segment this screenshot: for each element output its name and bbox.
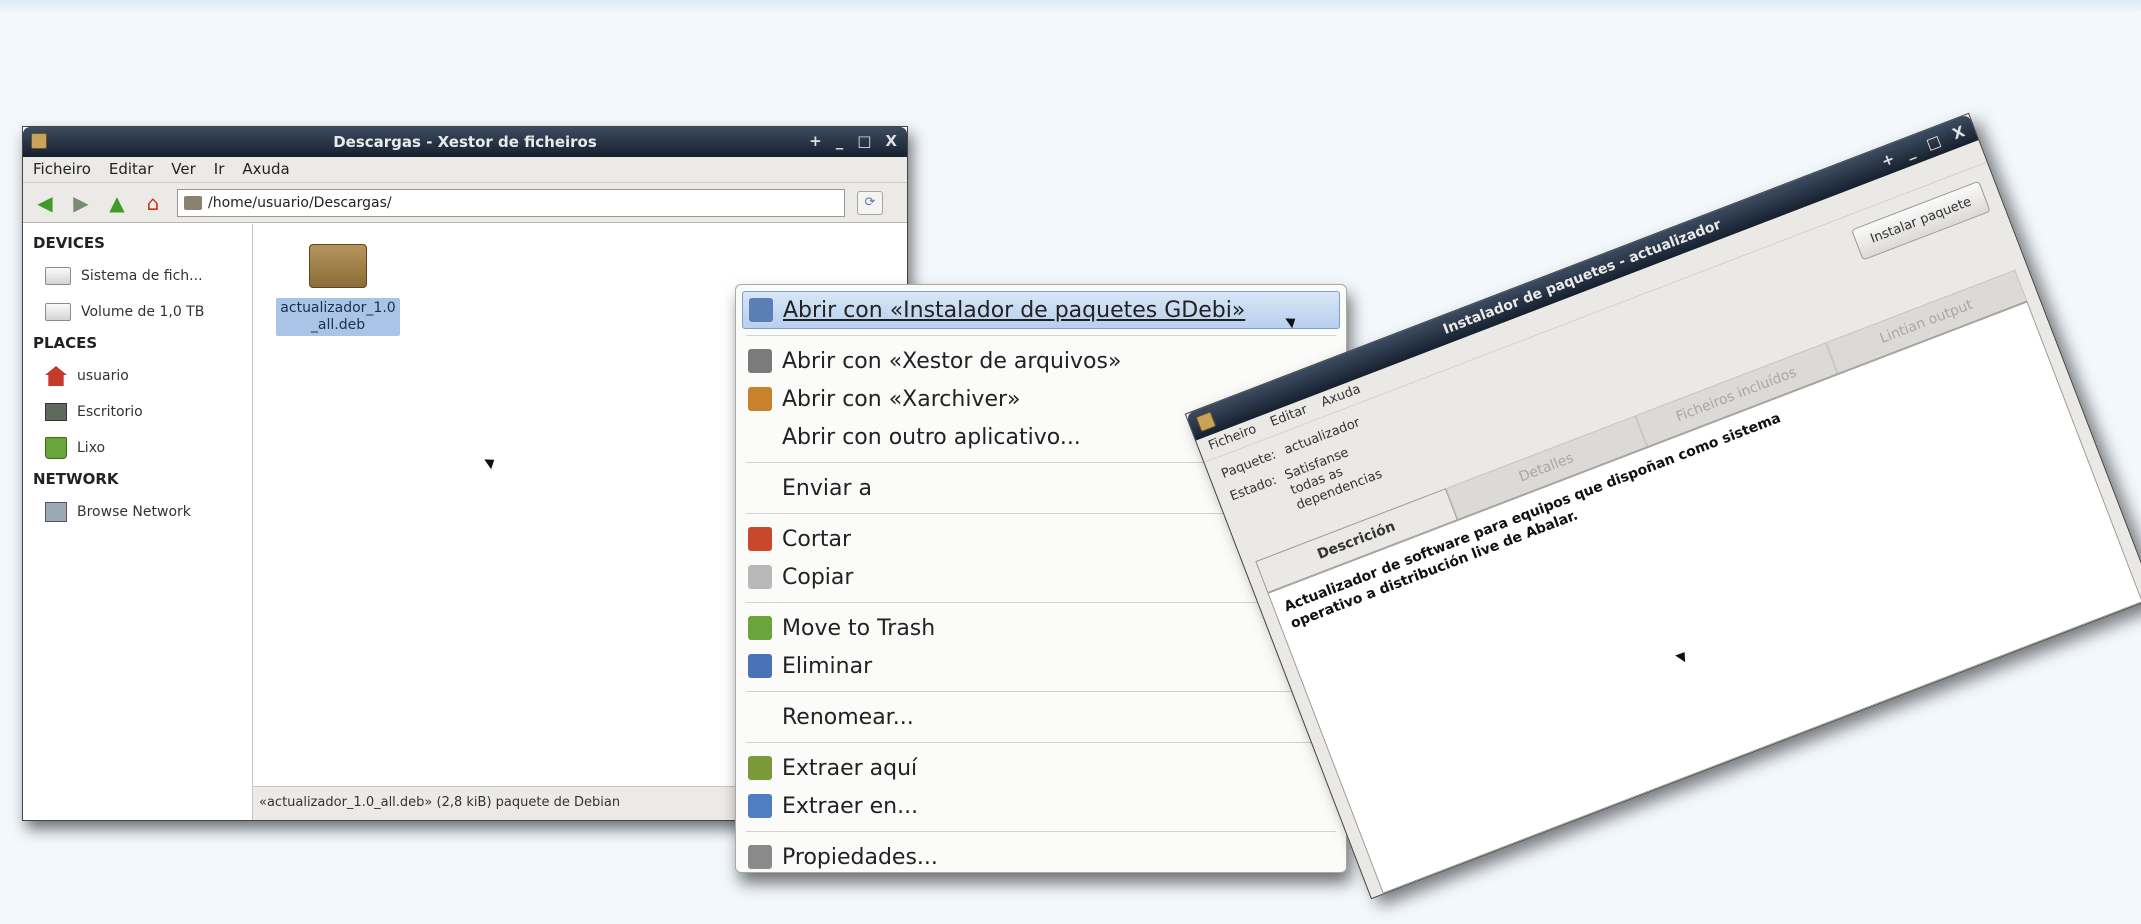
menu-item-delete[interactable]: Eliminar [742, 647, 1340, 685]
mouse-cursor [484, 454, 498, 470]
network-icon [45, 502, 67, 522]
separator [746, 831, 1336, 832]
refresh-icon[interactable]: ⟳ [857, 190, 883, 215]
menubar: Ficheiro Editar Ver Ir Axuda [23, 157, 907, 183]
sidebar-item-label: Escritorio [77, 404, 143, 420]
home-icon[interactable]: ⌂ [141, 191, 165, 215]
menu-ir[interactable]: Ir [214, 160, 225, 179]
sidebar-item-label: Browse Network [77, 504, 191, 520]
scissors-icon [748, 527, 772, 551]
delete-icon [748, 654, 772, 678]
menu-item-extract-to[interactable]: Extraer en... [742, 787, 1340, 825]
menu-item-properties[interactable]: Propiedades... [742, 838, 1340, 876]
drive-icon [45, 267, 71, 285]
sidebar-item-escritorio[interactable]: Escritorio [33, 394, 252, 430]
minimize-button[interactable]: _ [836, 132, 844, 150]
trash-icon [748, 616, 772, 640]
separator [746, 691, 1336, 692]
menu-item-move-to-trash[interactable]: Move to Trash [742, 609, 1340, 647]
forward-arrow-icon[interactable]: ▶ [69, 191, 93, 215]
location-bar[interactable]: /home/usuario/Descargas/ [177, 188, 845, 217]
gdebi-window: Instalador de paquetes - actualizador + … [1184, 112, 2141, 900]
file-name: actualizador_1.0 _all.deb [276, 298, 400, 336]
desktop-top-strip [0, 0, 2141, 12]
extract-to-icon [748, 794, 772, 818]
sidebar-item-label: Volume de 1,0 TB [81, 304, 205, 320]
maximize-button[interactable]: □ [857, 132, 871, 150]
drive-icon [45, 303, 71, 321]
separator [746, 742, 1336, 743]
desktop-icon [45, 403, 67, 421]
sidebar-item-volume[interactable]: Volume de 1,0 TB [33, 294, 252, 330]
menu-editar[interactable]: Editar [109, 160, 153, 179]
menu-ficheiro[interactable]: Ficheiro [33, 160, 91, 179]
sidebar-item-label: Sistema de fich... [81, 268, 203, 284]
network-heading: NETWORK [33, 470, 119, 488]
places-heading: PLACES [33, 334, 98, 352]
minimize-button[interactable]: _ [1904, 142, 1917, 161]
location-path: /home/usuario/Descargas/ [208, 194, 392, 211]
sidebar-item-system[interactable]: Sistema de fich... [33, 258, 252, 294]
menu-ver[interactable]: Ver [171, 160, 196, 179]
xarchiver-icon [748, 387, 772, 411]
close-button[interactable]: X [885, 132, 897, 150]
pin-button[interactable]: + [809, 132, 822, 150]
sidebar-item-browse-network[interactable]: Browse Network [33, 494, 252, 530]
devices-heading: DEVICES [33, 234, 105, 252]
archive-icon [748, 349, 772, 373]
extract-icon [748, 756, 772, 780]
file-item-actualizador[interactable]: actualizador_1.0 _all.deb [263, 238, 413, 336]
separator [746, 602, 1336, 603]
sidebar-item-usuario[interactable]: usuario [33, 358, 252, 394]
file-manager-titlebar[interactable]: Descargas - Xestor de ficheiros + _ □ X [23, 127, 907, 157]
properties-icon [748, 845, 772, 869]
trash-icon [45, 437, 67, 459]
window-title: Descargas - Xestor de ficheiros [333, 133, 597, 151]
folder-icon [184, 195, 202, 210]
sidebar-item-label: usuario [77, 368, 129, 384]
mouse-cursor [1675, 648, 1690, 663]
menu-item-rename[interactable]: Renomear... [742, 698, 1340, 736]
maximize-button[interactable]: □ [1924, 131, 1944, 153]
menu-item-open-xestor[interactable]: Abrir con «Xestor de arquivos» [742, 342, 1340, 380]
gdebi-icon [749, 298, 773, 322]
back-arrow-icon[interactable]: ◀ [33, 191, 57, 215]
sidebar-item-label: Lixo [77, 440, 106, 456]
menu-item-open-gdebi[interactable]: Abrir con «Instalador de paquetes GDebi» [742, 291, 1340, 329]
separator [746, 335, 1336, 336]
sidebar-item-lixo[interactable]: Lixo [33, 430, 252, 466]
package-icon [309, 244, 367, 288]
sidebar: DEVICES Sistema de fich... Volume de 1,0… [23, 224, 253, 820]
home-folder-icon [45, 366, 67, 386]
toolbar: ◀ ▶ ▲ ⌂ /home/usuario/Descargas/ ⟳ [23, 183, 907, 223]
status-label: Estado: [1228, 472, 1279, 505]
menu-item-extract-here[interactable]: Extraer aquí [742, 749, 1340, 787]
up-arrow-icon[interactable]: ▲ [105, 191, 129, 215]
menu-axuda[interactable]: Axuda [242, 160, 289, 179]
copy-icon [748, 565, 772, 589]
